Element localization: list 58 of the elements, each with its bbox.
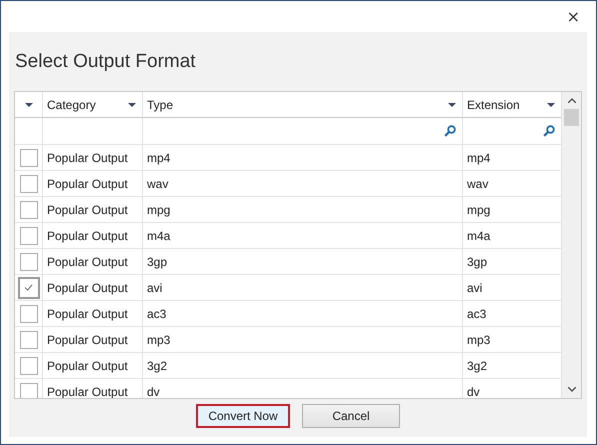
close-button[interactable]: × bbox=[562, 8, 584, 24]
table-cell: dv bbox=[147, 384, 160, 398]
table-cell: Popular Output bbox=[47, 254, 128, 268]
table-cell: 3g2 bbox=[147, 358, 168, 372]
checkbox[interactable] bbox=[20, 382, 38, 398]
scrollbar[interactable] bbox=[561, 92, 581, 398]
table-cell: Popular Output bbox=[47, 228, 128, 242]
table-cell: mp3 bbox=[147, 332, 170, 346]
checkbox[interactable] bbox=[18, 276, 40, 298]
table-cell: Popular Output bbox=[47, 176, 128, 190]
table-cell: ac3 bbox=[147, 306, 166, 320]
search-icon[interactable] bbox=[543, 125, 555, 137]
table-cell: mp4 bbox=[467, 150, 490, 164]
table-cell: 3gp bbox=[147, 254, 168, 268]
table-cell: mp4 bbox=[147, 150, 170, 164]
table-cell: mpg bbox=[467, 202, 490, 216]
checkbox[interactable] bbox=[20, 174, 38, 192]
table-cell: wav bbox=[467, 176, 488, 190]
checkbox[interactable] bbox=[20, 356, 38, 374]
table-cell: mp3 bbox=[467, 332, 490, 346]
table-cell: Popular Output bbox=[47, 150, 128, 164]
checkbox[interactable] bbox=[20, 200, 38, 218]
dropdown-arrow-icon[interactable] bbox=[24, 102, 32, 106]
column-header[interactable]: Type bbox=[147, 98, 174, 112]
table-cell: Popular Output bbox=[47, 202, 128, 216]
table-cell: wav bbox=[147, 176, 168, 190]
dropdown-arrow-icon[interactable] bbox=[128, 102, 136, 106]
table-cell: mpg bbox=[147, 202, 170, 216]
table-cell: Popular Output bbox=[47, 384, 128, 398]
scroll-up-icon[interactable] bbox=[568, 98, 576, 103]
table-cell: 3gp bbox=[467, 254, 488, 268]
convert-button[interactable]: Convert Now bbox=[196, 404, 290, 428]
dialog-title: Select Output Format bbox=[15, 50, 197, 74]
checkbox[interactable] bbox=[20, 226, 38, 244]
checkbox[interactable] bbox=[20, 148, 38, 166]
table-cell: avi bbox=[467, 280, 482, 294]
cancel-button[interactable]: Cancel bbox=[302, 404, 400, 428]
table-cell: Popular Output bbox=[47, 358, 128, 372]
checkbox[interactable] bbox=[20, 330, 38, 348]
search-icon[interactable] bbox=[444, 125, 456, 137]
column-header[interactable]: Extension bbox=[467, 98, 520, 112]
scroll-thumb[interactable] bbox=[564, 109, 579, 126]
table-cell: m4a bbox=[147, 228, 170, 242]
column-header[interactable]: Category bbox=[47, 98, 96, 112]
table-cell: avi bbox=[147, 280, 162, 294]
checkmark-icon bbox=[24, 284, 33, 291]
checkbox[interactable] bbox=[20, 304, 38, 322]
table-cell: ac3 bbox=[467, 306, 486, 320]
table-cell: Popular Output bbox=[47, 332, 128, 346]
dropdown-arrow-icon[interactable] bbox=[547, 102, 555, 106]
table-cell: 3g2 bbox=[467, 358, 488, 372]
dropdown-arrow-icon[interactable] bbox=[448, 102, 456, 106]
table-cell: m4a bbox=[467, 228, 490, 242]
checkbox[interactable] bbox=[20, 252, 38, 270]
table-cell: dv bbox=[467, 384, 480, 398]
scroll-down-icon[interactable] bbox=[568, 387, 576, 392]
table-cell: Popular Output bbox=[47, 306, 128, 320]
table-cell: Popular Output bbox=[47, 280, 128, 294]
